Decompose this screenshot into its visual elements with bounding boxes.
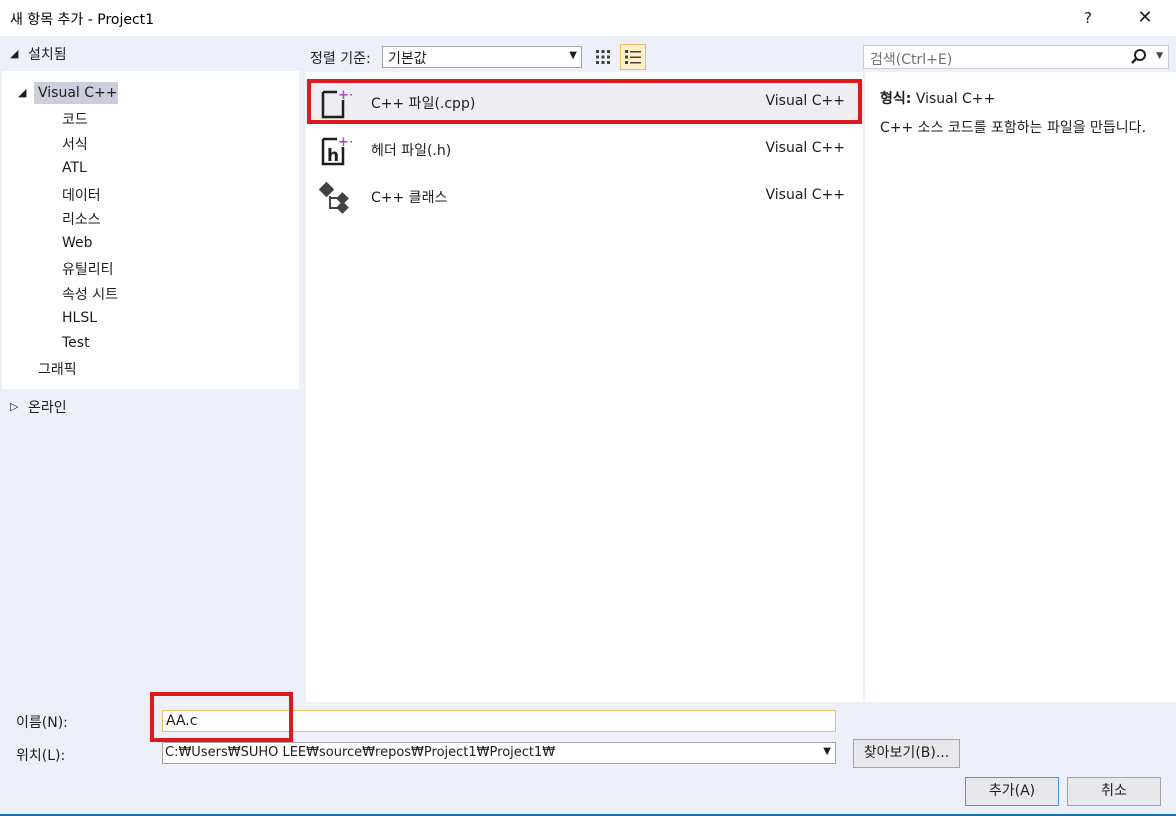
search-placeholder: 검색(Ctrl+E) — [870, 52, 953, 68]
tree-item-data[interactable]: 데이터 — [62, 185, 101, 205]
tree-item-utility[interactable]: 유틸리티 — [62, 259, 114, 279]
template-name: C++ 클래스 — [371, 190, 448, 206]
template-tree — [2, 71, 299, 389]
add-button[interactable]: 추가(A) — [965, 777, 1059, 806]
tree-item-graphics[interactable]: 그래픽 — [38, 359, 77, 379]
collapsed-triangle-icon[interactable]: ▷ — [10, 400, 18, 413]
search-icon[interactable] — [1130, 48, 1148, 70]
list-view-button[interactable] — [620, 44, 646, 70]
template-row-header-file[interactable]: h ++ 헤더 파일(.h) Visual C++ — [306, 127, 863, 171]
info-type: 형식: Visual C++ — [880, 88, 995, 108]
small-icons-view-button[interactable] — [592, 46, 614, 68]
tree-item-web[interactable]: Web — [62, 235, 93, 251]
chevron-down-icon: ▼ — [823, 746, 831, 757]
sort-value: 기본값 — [388, 51, 427, 67]
search-input[interactable]: 검색(Ctrl+E) ▼ — [863, 45, 1169, 69]
list-view-icon — [625, 50, 641, 64]
location-dropdown[interactable]: C:₩Users₩SUHO LEE₩source₩repos₩Project1₩… — [162, 742, 836, 764]
location-value: C:₩Users₩SUHO LEE₩source₩repos₩Project1₩… — [165, 745, 556, 760]
svg-text:++: ++ — [338, 135, 352, 150]
tree-item-code[interactable]: 코드 — [62, 109, 88, 129]
title-bar — [0, 0, 1176, 36]
tree-item-resource[interactable]: 리소스 — [62, 209, 101, 229]
info-type-value: Visual C++ — [915, 91, 996, 107]
tree-item-format[interactable]: 서식 — [62, 134, 88, 154]
window-title: 새 항목 추가 - Project1 — [10, 12, 155, 28]
tree-item-test[interactable]: Test — [62, 335, 90, 351]
info-description: C++ 소스 코드를 포함하는 파일을 만듭니다. — [880, 120, 1147, 136]
sort-label: 정렬 기준: — [310, 51, 371, 67]
tree-item-atl[interactable]: ATL — [62, 160, 87, 176]
info-type-label: 형식: — [880, 91, 912, 107]
close-button[interactable]: ✕ — [1131, 6, 1159, 30]
template-type: Visual C++ — [765, 187, 845, 203]
header-file-icon: h ++ — [318, 133, 360, 167]
tree-installed-label[interactable]: 설치됨 — [28, 44, 67, 64]
info-panel — [865, 72, 1176, 702]
expanded-triangle-icon[interactable]: ◢ — [10, 47, 18, 60]
sort-dropdown[interactable]: 기본값 ▼ — [382, 46, 582, 68]
name-label: 이름(N): — [16, 715, 68, 731]
cpp-class-icon — [318, 180, 352, 214]
red-highlight-box — [150, 692, 293, 742]
tree-item-online[interactable]: 온라인 — [28, 397, 67, 417]
location-label: 위치(L): — [16, 748, 66, 764]
template-name: 헤더 파일(.h) — [371, 143, 452, 159]
tree-item-hlsl[interactable]: HLSL — [62, 310, 97, 326]
template-type: Visual C++ — [765, 140, 845, 156]
browse-button[interactable]: 찾아보기(B)... — [853, 739, 960, 768]
chevron-down-icon[interactable]: ▼ — [1156, 51, 1163, 61]
expanded-triangle-icon[interactable]: ◢ — [18, 86, 26, 99]
cancel-button[interactable]: 취소 — [1067, 777, 1161, 806]
grid-view-icon — [596, 50, 610, 64]
help-button[interactable]: ? — [1076, 6, 1100, 30]
tree-item-visual-cpp[interactable]: Visual C++ — [38, 85, 117, 101]
tree-item-property-sheet[interactable]: 속성 시트 — [62, 284, 118, 304]
template-row-cpp-class[interactable]: C++ 클래스 Visual C++ — [306, 174, 863, 218]
red-highlight-box — [307, 79, 862, 124]
chevron-down-icon: ▼ — [569, 50, 577, 61]
